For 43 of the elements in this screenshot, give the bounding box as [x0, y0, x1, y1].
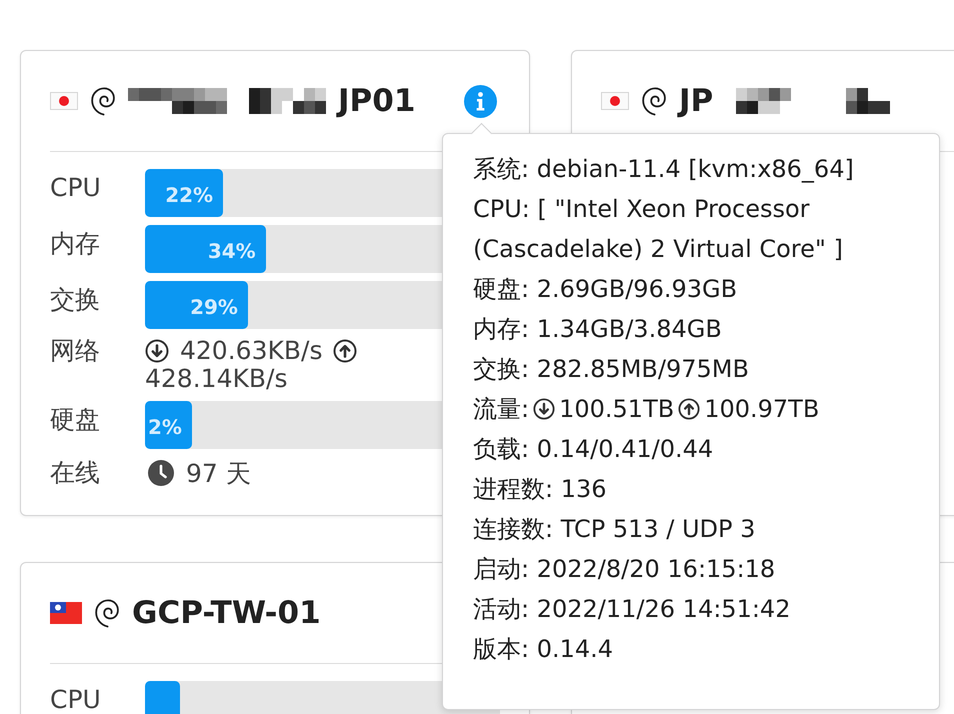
- japan-flag-icon: [50, 92, 78, 110]
- download-total: 100.51TB: [559, 394, 674, 425]
- metric-label: 交换: [50, 287, 100, 312]
- metric-label: 内存: [50, 231, 100, 256]
- tooltip-line: 交换: 282.85MB/975MB: [473, 354, 750, 385]
- swirl-icon: [94, 597, 120, 629]
- download-icon: [533, 398, 556, 420]
- upload-icon: [333, 339, 358, 363]
- upload-total: 100.97TB: [704, 394, 820, 425]
- metric-label: CPU: [50, 687, 101, 712]
- japan-flag-icon: [601, 92, 629, 110]
- download-icon: [145, 339, 169, 363]
- usage-bar-fill: 34%: [145, 225, 266, 273]
- tooltip-line: 负载: 0.14/0.41/0.44: [473, 434, 714, 465]
- server-name: GCP-TW-01: [132, 595, 321, 631]
- upload-speed: 428.14KB/s: [145, 365, 288, 393]
- server-name: JP: [679, 83, 714, 119]
- usage-bar-fill: 29%: [145, 281, 248, 329]
- usage-bar-fill: 2%: [145, 401, 192, 449]
- tooltip-label: 流量:: [473, 394, 530, 425]
- download-speed: 420.63KB/s: [180, 337, 322, 365]
- info-icon[interactable]: [464, 84, 497, 118]
- tooltip-line: CPU: [ "Intel Xeon Processor (Cascadelake) 2 Virtual Core" ]: [473, 194, 844, 265]
- metric-label: 在线: [50, 457, 100, 489]
- metric-label: CPU: [50, 175, 101, 200]
- tooltip-line: 进程数: 136: [473, 474, 608, 505]
- tooltip-line: 系统: debian-11.4 [kvm:x86_64]: [473, 154, 855, 185]
- uptime-value: 97 天: [186, 458, 251, 490]
- metric-label: 硬盘: [50, 407, 100, 432]
- tooltip-line: 启动: 2022/8/20 16:15:18: [473, 554, 776, 585]
- server-name: JP01: [338, 83, 416, 119]
- swirl-icon: [641, 85, 667, 117]
- tooltip-line: 连接数: TCP 513 / UDP 3: [473, 514, 756, 545]
- upload-icon: [678, 398, 700, 420]
- taiwan-flag-icon: [50, 602, 82, 624]
- tooltip-line: 版本: 0.14.4: [473, 634, 614, 665]
- tooltip-line: 硬盘: 2.69GB/96.93GB: [473, 274, 738, 305]
- swirl-icon: [90, 85, 116, 117]
- tooltip-line: 内存: 1.34GB/3.84GB: [473, 314, 723, 345]
- clock-icon: [148, 460, 174, 486]
- metric-label: 网络: [50, 337, 100, 365]
- tooltip-line: 活动: 2022/11/26 14:51:42: [473, 594, 792, 625]
- usage-bar-fill: 22%: [145, 169, 224, 217]
